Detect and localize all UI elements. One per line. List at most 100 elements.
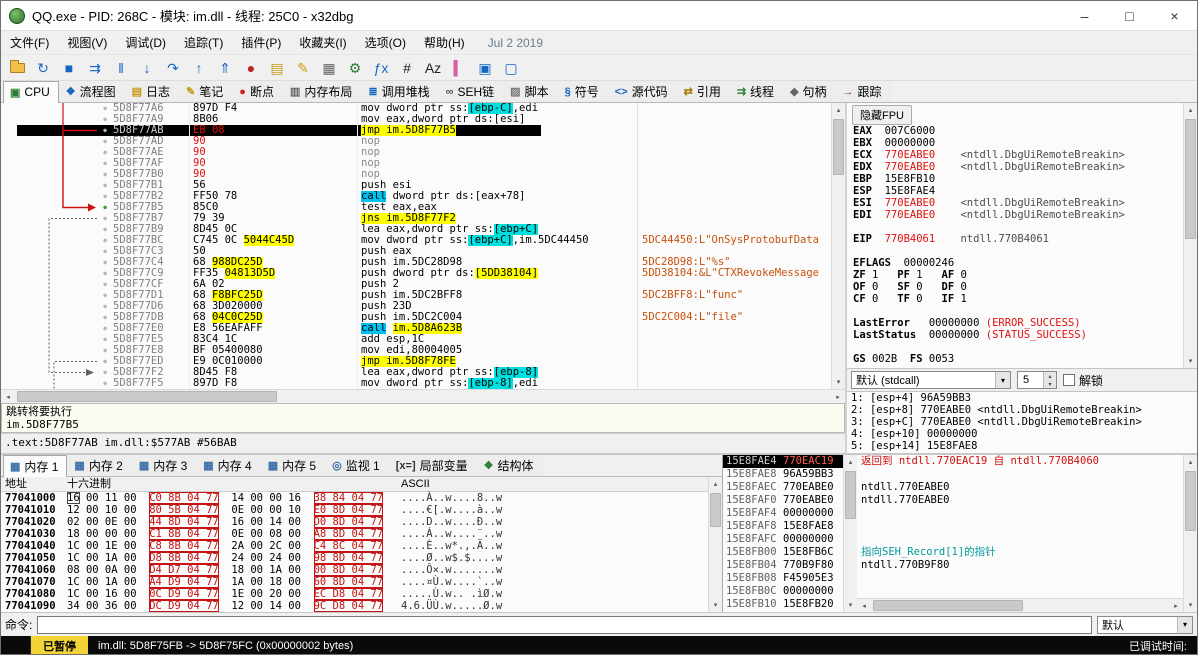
- help-book-icon[interactable]: ▣: [473, 57, 497, 79]
- hide-fpu-button[interactable]: 隐藏FPU: [852, 105, 912, 125]
- run-to-user-code-icon[interactable]: ⇑: [213, 57, 237, 79]
- scrollbar-track[interactable]: [15, 390, 831, 403]
- restart-icon[interactable]: ↻: [31, 57, 55, 79]
- scroll-down-button[interactable]: ▾: [832, 375, 845, 389]
- breakpoint-dot[interactable]: ●: [97, 191, 113, 202]
- checkbox-box[interactable]: [1063, 374, 1075, 386]
- tab-source[interactable]: <> 源代码: [607, 81, 677, 102]
- spin-up-icon[interactable]: ▴: [1044, 372, 1056, 380]
- breakpoint-dot[interactable]: ●: [97, 136, 113, 147]
- register-line[interactable]: EBX 00000000: [853, 137, 1183, 149]
- stack-row[interactable]: 15E8FAF8 15E8FAE8: [723, 520, 843, 533]
- stack-comment-lines[interactable]: 返回到 ntdll.770EAC19 自 ntdll.770B4060 ntdll…: [857, 455, 1183, 598]
- breakpoint-dot[interactable]: ●: [97, 334, 113, 345]
- scroll-down-button[interactable]: ▾: [1184, 598, 1197, 612]
- register-line[interactable]: GS 002B FS 0053: [853, 353, 1183, 365]
- stack-row[interactable]: 15E8FAFC 00000000: [723, 533, 843, 546]
- scrollbar-thumb[interactable]: [1185, 119, 1196, 239]
- scrollbar-thumb[interactable]: [17, 391, 277, 402]
- register-line[interactable]: LastStatus 00000000 (STATUS_SUCCESS): [853, 329, 1183, 341]
- breakpoint-dot[interactable]: ●: [97, 378, 113, 389]
- scroll-left-button[interactable]: ◂: [857, 599, 871, 612]
- dump-row[interactable]: 77041010 12 00 10 00 80 5B 04 77 0E 00 0…: [1, 504, 708, 516]
- tab-breakpoints[interactable]: ● 断点: [232, 81, 283, 102]
- breakpoint-dot[interactable]: ●: [97, 125, 113, 136]
- breakpoint-dot[interactable]: ●: [97, 114, 113, 125]
- pause-icon[interactable]: ‖: [109, 57, 133, 79]
- stack-row[interactable]: 15E8FB0C 00000000: [723, 585, 843, 598]
- stack-row[interactable]: 15E8FB04 770B9F80: [723, 559, 843, 572]
- register-line[interactable]: EFLAGS 00000246: [853, 257, 1183, 269]
- arg-depth-spinner[interactable]: 5 ▴ ▾: [1017, 371, 1057, 389]
- arguments-view[interactable]: 1: [esp+4] 96A59BB3 2: [esp+8] 770EABE0 <…: [847, 392, 1197, 453]
- calculator-icon[interactable]: ▢: [499, 57, 523, 79]
- scroll-up-button[interactable]: ▴: [832, 103, 845, 117]
- dump-row[interactable]: 77041060 08 00 0A 00 D4 D7 04 77 18 00 1…: [1, 564, 708, 576]
- breakpoint-dot[interactable]: ●: [97, 224, 113, 235]
- registers-vscrollbar[interactable]: ▴ ▾: [1183, 103, 1197, 368]
- menu-item[interactable]: 收藏夹(I): [290, 31, 355, 54]
- scroll-right-button[interactable]: ▸: [1169, 599, 1183, 612]
- breakpoint-dot[interactable]: ●: [97, 356, 113, 367]
- scroll-right-button[interactable]: ▸: [831, 390, 845, 403]
- register-line[interactable]: LastError 00000000 (ERROR_SUCCESS): [853, 317, 1183, 329]
- stack-row[interactable]: 15E8FB08 F45905E3: [723, 572, 843, 585]
- tab-locals[interactable]: [x=] 局部变量: [388, 455, 477, 476]
- register-line[interactable]: CF 0 TF 0 IF 1: [853, 293, 1183, 305]
- maximize-button[interactable]: □: [1107, 1, 1152, 31]
- breakpoint-dot[interactable]: ●: [97, 345, 113, 356]
- argument-row[interactable]: 4: [esp+10] 00000000: [851, 428, 1197, 440]
- tab-memory-map[interactable]: ▥ 内存布局: [282, 81, 362, 102]
- breakpoint-dot[interactable]: ●: [97, 367, 113, 378]
- command-input[interactable]: [37, 615, 1092, 634]
- menu-item[interactable]: 追踪(T): [175, 31, 232, 54]
- scroll-up-button[interactable]: ▴: [1184, 103, 1197, 117]
- breakpoint-dot[interactable]: ●: [97, 169, 113, 180]
- register-line[interactable]: EDI 770EABE0 <ntdll.DbgUiRemoteBreakin>: [853, 209, 1183, 221]
- tab-handles[interactable]: ◆ 句柄: [783, 81, 836, 102]
- argument-row[interactable]: 1: [esp+4] 96A59BB3: [851, 392, 1197, 404]
- disasm-row[interactable]: ● 5D8F77F5 897D F8 mov dword ptr ss:[ebp…: [1, 378, 831, 389]
- settings-gear-icon[interactable]: ⚙: [343, 57, 367, 79]
- spinner-buttons[interactable]: ▴ ▾: [1043, 372, 1056, 388]
- comments-hscrollbar[interactable]: ◂ ▸: [857, 598, 1183, 612]
- chevron-down-icon[interactable]: ▾: [995, 372, 1010, 388]
- menu-item[interactable]: 帮助(H): [415, 31, 474, 54]
- dump-row[interactable]: 77041090 34 00 36 00 DC D9 04 77 12 00 1…: [1, 600, 708, 612]
- register-line[interactable]: [853, 305, 1183, 317]
- menu-item[interactable]: 文件(F): [1, 31, 58, 54]
- register-line[interactable]: ZF 1 PF 1 AF 0: [853, 269, 1183, 281]
- breakpoint-dot[interactable]: ●: [97, 180, 113, 191]
- dump-row[interactable]: 77041080 1C 00 16 00 0C D9 04 77 1E 00 2…: [1, 588, 708, 600]
- assemble-fx-icon[interactable]: ƒx: [369, 57, 393, 79]
- tab-struct[interactable]: ❖ 结构体: [476, 455, 543, 476]
- scrollbar-track[interactable]: [1184, 469, 1197, 598]
- breakpoint-dot[interactable]: ●: [97, 213, 113, 224]
- scroll-up-button[interactable]: ▴: [709, 477, 722, 491]
- disasm-vscrollbar[interactable]: ▴ ▾: [831, 103, 845, 389]
- tab-trace[interactable]: → 跟踪: [835, 81, 891, 102]
- dump-row[interactable]: 77041040 1C 00 1E 00 C8 8B 04 77 2A 00 2…: [1, 540, 708, 552]
- scrollbar-track[interactable]: [844, 469, 857, 598]
- tab-notes[interactable]: ✎ 笔记: [179, 81, 233, 102]
- breakpoints-icon[interactable]: ●: [239, 57, 263, 79]
- stack-vscrollbar[interactable]: ▴ ▾: [843, 455, 857, 612]
- scrollbar-thumb[interactable]: [845, 471, 856, 519]
- register-line[interactable]: EDX 770EABE0 <ntdll.DbgUiRemoteBreakin>: [853, 161, 1183, 173]
- stack-row[interactable]: 15E8FAF0 770EABE0: [723, 494, 843, 507]
- tab-graph[interactable]: ❖ 流程图: [58, 81, 125, 102]
- dump-row[interactable]: 77041050 1C 00 1A 00 D8 8B 04 77 24 00 2…: [1, 552, 708, 564]
- highlight-mode-icon[interactable]: ▍: [447, 57, 471, 79]
- breakpoint-dot[interactable]: ●: [97, 202, 113, 213]
- dump-row[interactable]: 77041030 18 00 00 00 C1 8B 04 77 0E 00 0…: [1, 528, 708, 540]
- menu-item[interactable]: 选项(O): [356, 31, 415, 54]
- tab-seh[interactable]: ∞ SEH链: [438, 81, 504, 102]
- minimize-button[interactable]: –: [1062, 1, 1107, 31]
- scrollbar-track[interactable]: [832, 117, 845, 375]
- tab-memory-1[interactable]: ▦ 内存 1: [3, 455, 68, 477]
- unlock-checkbox[interactable]: 解锁: [1063, 372, 1103, 389]
- argument-row[interactable]: 2: [esp+8] 770EABE0 <ntdll.DbgUiRemoteBr…: [851, 404, 1197, 416]
- breakpoint-dot[interactable]: ●: [97, 279, 113, 290]
- dump-row[interactable]: 77041000 16 00 11 00 C0 8B 04 77 14 00 0…: [1, 492, 708, 504]
- bottom-vscrollbar[interactable]: ▴ ▾: [1183, 455, 1197, 612]
